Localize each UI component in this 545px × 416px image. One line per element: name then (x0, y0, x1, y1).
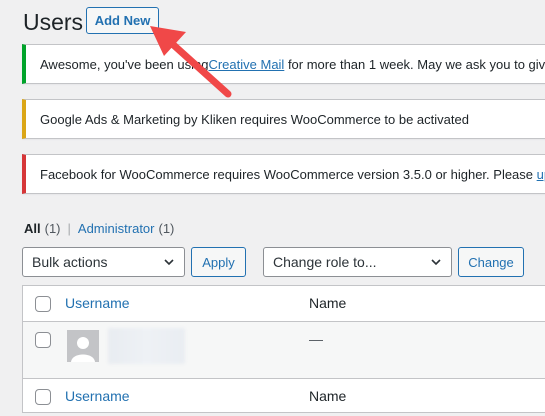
column-header-name: Name (309, 295, 347, 311)
filter-separator: | (67, 221, 71, 236)
bulk-actions-value: Bulk actions (32, 254, 108, 270)
table-footer-row: Username Name (23, 378, 545, 414)
column-footer-name: Name (309, 388, 347, 404)
row-name-value: — (309, 331, 323, 347)
notice-success: Awesome, you've been using Creative Mail… (22, 44, 545, 84)
notice-warning-text: Google Ads & Marketing by Kliken require… (40, 111, 469, 127)
notice-success-text-after: for more than 1 week. May we ask you to … (284, 56, 545, 72)
chevron-down-icon (164, 259, 174, 266)
notice-warning: Google Ads & Marketing by Kliken require… (22, 99, 545, 139)
page-title: Users (23, 9, 84, 35)
filter-administrator[interactable]: Administrator (78, 221, 155, 236)
filter-all[interactable]: All (24, 221, 41, 236)
add-new-user-button[interactable]: Add New (86, 7, 159, 34)
role-filters: All (1) | Administrator (1) (24, 221, 174, 236)
notice-error-link[interactable]: upd (537, 167, 545, 182)
change-role-button[interactable]: Change (458, 247, 524, 277)
select-all-checkbox[interactable] (35, 296, 51, 312)
select-all-checkbox-footer[interactable] (35, 389, 51, 405)
username-redacted (108, 328, 185, 364)
notice-success-text-before: Awesome, you've been using (40, 56, 209, 72)
column-footer-username[interactable]: Username (65, 388, 130, 404)
filter-all-count: (1) (44, 221, 61, 236)
apply-button[interactable]: Apply (191, 247, 246, 277)
row-checkbox[interactable] (35, 332, 51, 348)
change-role-select[interactable]: Change role to... (263, 247, 452, 277)
column-header-username[interactable]: Username (65, 295, 130, 311)
notice-error-text-before: Facebook for WooCommerce requires WooCom… (40, 166, 537, 182)
bulk-actions-select[interactable]: Bulk actions (22, 247, 185, 277)
table-row: — (23, 322, 545, 378)
filter-administrator-count: (1) (158, 221, 175, 236)
notice-error: Facebook for WooCommerce requires WooCom… (22, 154, 545, 194)
chevron-down-icon (431, 259, 441, 266)
users-table: Username Name — Username Name (22, 285, 545, 413)
user-avatar-icon (67, 330, 99, 362)
change-role-value: Change role to... (273, 254, 377, 270)
table-header-row: Username Name (23, 286, 545, 322)
notice-success-link[interactable]: Creative Mail (208, 57, 284, 72)
